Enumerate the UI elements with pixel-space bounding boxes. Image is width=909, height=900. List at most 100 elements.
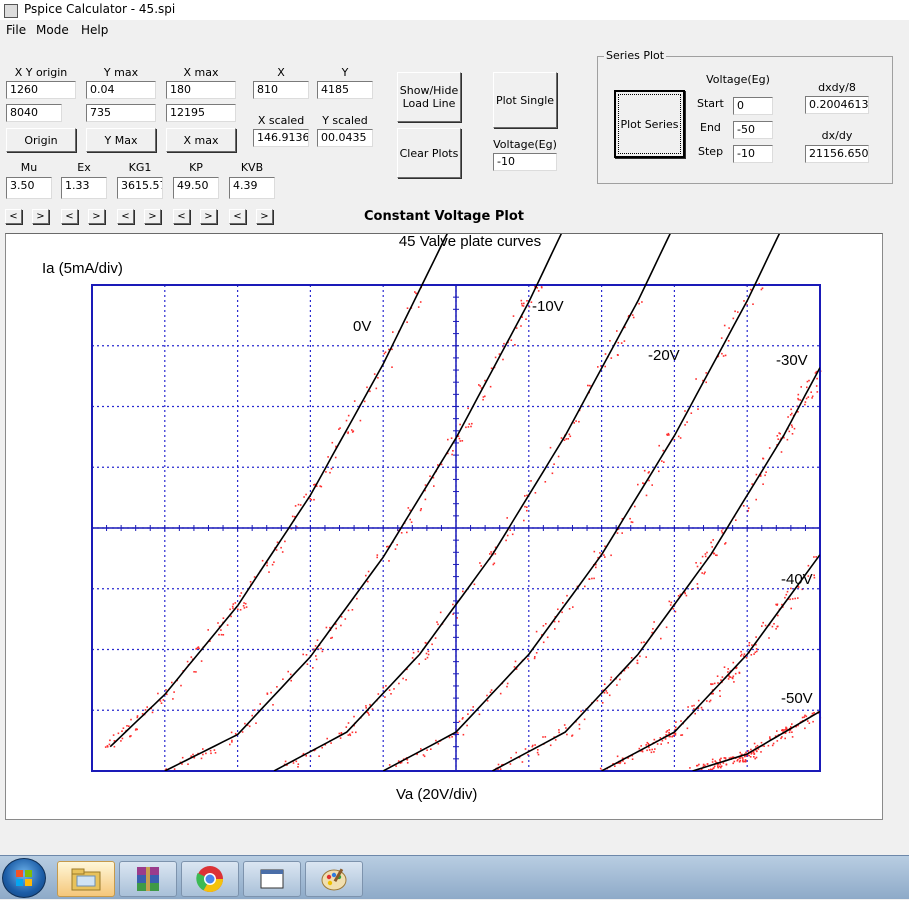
measured-point <box>144 709 147 711</box>
measured-point <box>369 703 371 706</box>
measured-point <box>315 658 318 661</box>
ymax-second-field[interactable]: 735 <box>86 104 156 122</box>
menu-mode[interactable]: Mode <box>36 23 69 37</box>
clear-plots-button[interactable]: Clear Plots <box>397 128 461 178</box>
measured-point <box>709 699 712 702</box>
measured-point <box>514 660 517 663</box>
xmax-button[interactable]: X max <box>166 128 236 152</box>
plate-curves-chart: 45 Valve plate curves Ia (5mA/div) Va (2… <box>42 234 822 803</box>
paint-icon[interactable] <box>305 861 363 897</box>
plot-series-button[interactable]: Plot Series <box>614 90 685 158</box>
measured-point <box>791 723 793 725</box>
start-orb-icon[interactable] <box>2 858 46 898</box>
x-scaled-field[interactable]: 146.9136 <box>253 129 309 147</box>
mu-field[interactable]: 3.50 <box>6 177 52 199</box>
plot-single-button[interactable]: Plot Single <box>493 72 557 128</box>
xmax-field[interactable]: 180 <box>166 81 236 99</box>
xmax-label: X max <box>183 66 219 79</box>
measured-point <box>470 709 472 711</box>
measured-point <box>202 753 204 756</box>
menu-help[interactable]: Help <box>81 23 108 37</box>
measured-point <box>777 614 779 617</box>
winrar-icon[interactable] <box>119 861 177 897</box>
measured-point <box>412 651 415 654</box>
start-label: Start <box>697 97 724 110</box>
measured-point <box>494 553 497 555</box>
measured-point <box>330 467 333 470</box>
measured-point <box>406 531 408 534</box>
y-field[interactable]: 4185 <box>317 81 373 99</box>
measured-point <box>255 722 257 724</box>
menu-file[interactable]: File <box>6 23 26 37</box>
measured-point <box>306 663 309 665</box>
measured-point <box>313 498 315 501</box>
ex-field[interactable]: 1.33 <box>61 177 107 199</box>
chrome-icon[interactable] <box>181 861 239 897</box>
measured-point <box>284 540 286 543</box>
measured-point <box>106 745 109 747</box>
ymax-field[interactable]: 0.04 <box>86 81 156 99</box>
x-field[interactable]: 810 <box>253 81 309 99</box>
kvb-field[interactable]: 4.39 <box>229 177 275 199</box>
measured-point <box>231 741 233 743</box>
ymax-button[interactable]: Y Max <box>86 128 156 152</box>
measured-point <box>462 733 465 736</box>
measured-point <box>321 746 323 749</box>
start-field[interactable]: 0 <box>733 97 773 115</box>
measured-point <box>406 762 409 764</box>
measured-point <box>816 391 819 393</box>
step-field[interactable]: -10 <box>733 145 773 163</box>
measured-point <box>480 565 482 567</box>
dxdy8-field[interactable]: 0.20046137 <box>805 96 869 114</box>
y-scaled-field[interactable]: 00.0435 <box>317 129 373 147</box>
xmax-second-field[interactable]: 12195 <box>166 104 236 122</box>
measured-point <box>482 396 485 398</box>
measured-point <box>762 457 765 460</box>
windows-explorer-icon[interactable] <box>57 861 115 897</box>
measured-point <box>232 603 235 605</box>
measured-point <box>662 449 664 452</box>
measured-point <box>723 324 726 327</box>
plot-area[interactable]: 45 Valve plate curves Ia (5mA/div) Va (2… <box>5 233 883 820</box>
measured-point <box>473 583 476 586</box>
measured-point <box>524 748 527 750</box>
measured-point <box>375 387 378 390</box>
measured-point <box>595 566 597 569</box>
measured-point <box>526 509 528 512</box>
measured-point <box>521 302 523 305</box>
measured-point <box>578 723 581 726</box>
measured-point <box>658 444 660 447</box>
measured-point <box>793 427 796 430</box>
measured-point <box>732 317 735 320</box>
menu-bar: File Mode Help <box>0 20 909 40</box>
measured-point <box>712 692 714 695</box>
xy-origin-y-field[interactable]: 8040 <box>6 104 62 122</box>
voltage-field[interactable]: -10 <box>493 153 557 171</box>
measured-point <box>591 577 593 580</box>
measured-point <box>668 600 671 603</box>
measured-point <box>340 624 342 627</box>
measured-point <box>697 699 700 702</box>
measured-point <box>811 712 814 715</box>
measured-point <box>510 339 513 341</box>
measured-point <box>353 715 355 718</box>
kp-field[interactable]: 49.50 <box>173 177 219 199</box>
measured-point <box>173 691 175 693</box>
kg1-field[interactable]: 3615.57 <box>117 177 163 199</box>
measured-point <box>351 429 353 431</box>
origin-button[interactable]: Origin <box>6 128 76 152</box>
measured-point <box>641 301 643 303</box>
measured-point <box>619 762 621 765</box>
measured-point <box>716 675 719 677</box>
measured-point <box>684 410 686 412</box>
dxdy-field[interactable]: 21156.6503 <box>805 145 869 163</box>
measured-point <box>394 548 397 550</box>
window-icon[interactable] <box>243 861 301 897</box>
load-line-button[interactable]: Show/Hide Load Line <box>397 72 461 122</box>
measured-point <box>733 760 736 763</box>
measured-point <box>653 621 655 623</box>
measured-point <box>811 397 813 399</box>
xy-origin-x-field[interactable]: 1260 <box>6 81 76 99</box>
end-field[interactable]: -50 <box>733 121 773 139</box>
measured-point <box>506 682 509 685</box>
